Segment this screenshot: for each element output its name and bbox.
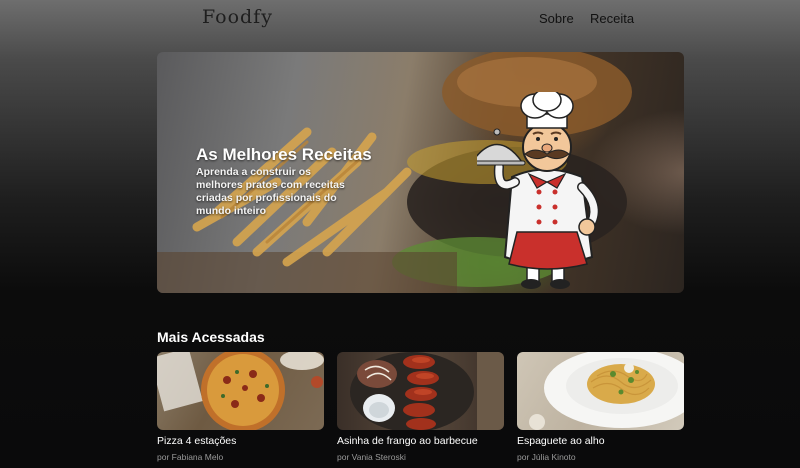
recipe-card-pizza[interactable]: Pizza 4 estações por Fabiana Melo [157,352,324,468]
recipe-name: Pizza 4 estações [157,435,237,447]
spaghetti-image[interactable] [517,352,684,430]
recipe-name: Espaguete ao alho [517,435,605,447]
hero-banner: As Melhores Receitas Aprenda a construir… [157,52,684,293]
author-prefix: por [337,452,350,462]
logo[interactable]: Foodfy [202,6,273,28]
header: Foodfy Sobre Receita [0,0,800,38]
recipe-card-spaghetti[interactable]: Espaguete ao alho por Júlia Kinoto [517,352,684,468]
hero-title: As Melhores Receitas [196,145,372,164]
recipe-name: Asinha de frango ao barbecue [337,435,478,447]
recipe-card-chicken-wings[interactable]: Asinha de frango ao barbecue por Vania S… [337,352,504,468]
recipe-author: por Vania Steroski [337,452,406,462]
author-name: Fabiana Melo [171,452,224,462]
chef-illustration [477,92,600,289]
nav-link-receita[interactable]: Receita [590,11,634,26]
pizza-image[interactable] [157,352,324,430]
recipe-author: por Júlia Kinoto [517,452,576,462]
author-prefix: por [517,452,530,462]
nav-link-sobre[interactable]: Sobre [539,11,574,26]
chicken-wings-image[interactable] [337,352,504,430]
author-name: Vania Steroski [351,452,406,462]
hero-subtitle: Aprenda a construir os melhores pratos c… [196,166,345,217]
recipe-author: por Fabiana Melo [157,452,223,462]
author-prefix: por [157,452,170,462]
author-name: Júlia Kinoto [531,452,576,462]
section-title: Mais Acessadas [157,329,265,345]
